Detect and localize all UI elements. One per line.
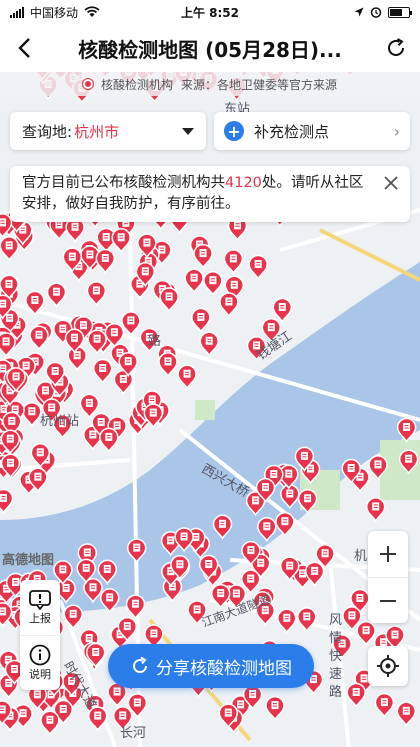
source-strip: 核酸检测机构 来源：各地卫健委等官方来源 — [0, 72, 420, 96]
refresh-button[interactable] — [372, 24, 420, 72]
plus-icon — [380, 546, 396, 562]
supplement-site-button[interactable]: + 补充检测点 › — [214, 112, 410, 150]
park-area — [195, 400, 215, 420]
help-button[interactable]: 说明 — [20, 635, 60, 690]
query-city: 杭州市 — [74, 122, 120, 141]
report-button[interactable]: 上报 — [20, 580, 60, 635]
status-time: 上午 8:52 — [180, 5, 240, 20]
zoom-out-button[interactable] — [368, 577, 408, 623]
share-label: 分享核酸检测地图 — [156, 658, 292, 679]
refresh-icon — [388, 38, 404, 56]
help-label: 说明 — [29, 668, 51, 681]
tool-panel: 上报 说明 — [20, 580, 60, 690]
source-text: 来源：各地卫健委等官方来源 — [181, 77, 338, 92]
location-arrow-icon — [354, 7, 364, 17]
nav-bar: 核酸检测地图 (05月28日)... — [0, 24, 420, 72]
battery-icon — [388, 6, 412, 18]
carrier-name: 中国移动 — [30, 5, 79, 20]
notice-count: 4120 — [225, 175, 262, 191]
chevron-right-icon: › — [393, 121, 400, 141]
share-icon — [133, 656, 148, 674]
report-icon — [29, 589, 51, 610]
caret-down-icon — [182, 127, 194, 135]
close-icon[interactable] — [382, 174, 400, 192]
info-icon — [29, 644, 51, 666]
legend-pin-icon — [82, 79, 93, 89]
share-map-button[interactable]: 分享核酸检测地图 — [108, 644, 314, 688]
alarm-icon — [370, 7, 382, 18]
notice-banner: 官方目前已公布核酸检测机构共4120处。请听从社区安排，做好自我防护，有序前往。 — [10, 166, 410, 222]
back-button[interactable] — [0, 24, 48, 72]
map-label-station: 杭州站 — [40, 414, 80, 429]
status-right — [270, 6, 412, 18]
minus-icon — [380, 599, 396, 602]
zoom-panel — [368, 531, 408, 623]
city-selector[interactable]: 查询地: 杭州市 — [10, 112, 206, 150]
legend-label: 核酸检测机构 — [100, 77, 173, 92]
app-screen: 杭州站 钱塘江 西兴大桥 江南大道隧道 风情快速路 时代大道 长河 路 东站 机… — [0, 0, 420, 747]
signal-icon — [10, 6, 24, 18]
wifi-icon — [84, 6, 100, 17]
locate-icon — [377, 655, 399, 677]
zoom-in-button[interactable] — [368, 531, 408, 577]
page-title: 核酸检测地图 (05月28日)... — [78, 37, 342, 62]
status-left: 中国移动 — [10, 4, 150, 21]
query-label: 查询地: — [22, 122, 73, 141]
map-label-express: 风情快速路 — [329, 613, 343, 700]
supplement-label: 补充检测点 — [254, 122, 330, 141]
map-label-ji: 机 — [354, 549, 368, 564]
report-label: 上报 — [29, 611, 51, 625]
chevron-left-icon — [18, 38, 30, 58]
map-logo: 高德地图 — [2, 553, 55, 568]
notice-text-before: 官方目前已公布核酸检测机构共 — [22, 175, 225, 191]
status-bar: 中国移动 上午 8:52 — [0, 0, 420, 24]
map-label-road: 路 — [148, 334, 162, 349]
locate-button[interactable] — [368, 646, 408, 686]
plus-location-icon: + — [224, 121, 244, 141]
map-label-changhe: 长河 — [120, 726, 147, 741]
